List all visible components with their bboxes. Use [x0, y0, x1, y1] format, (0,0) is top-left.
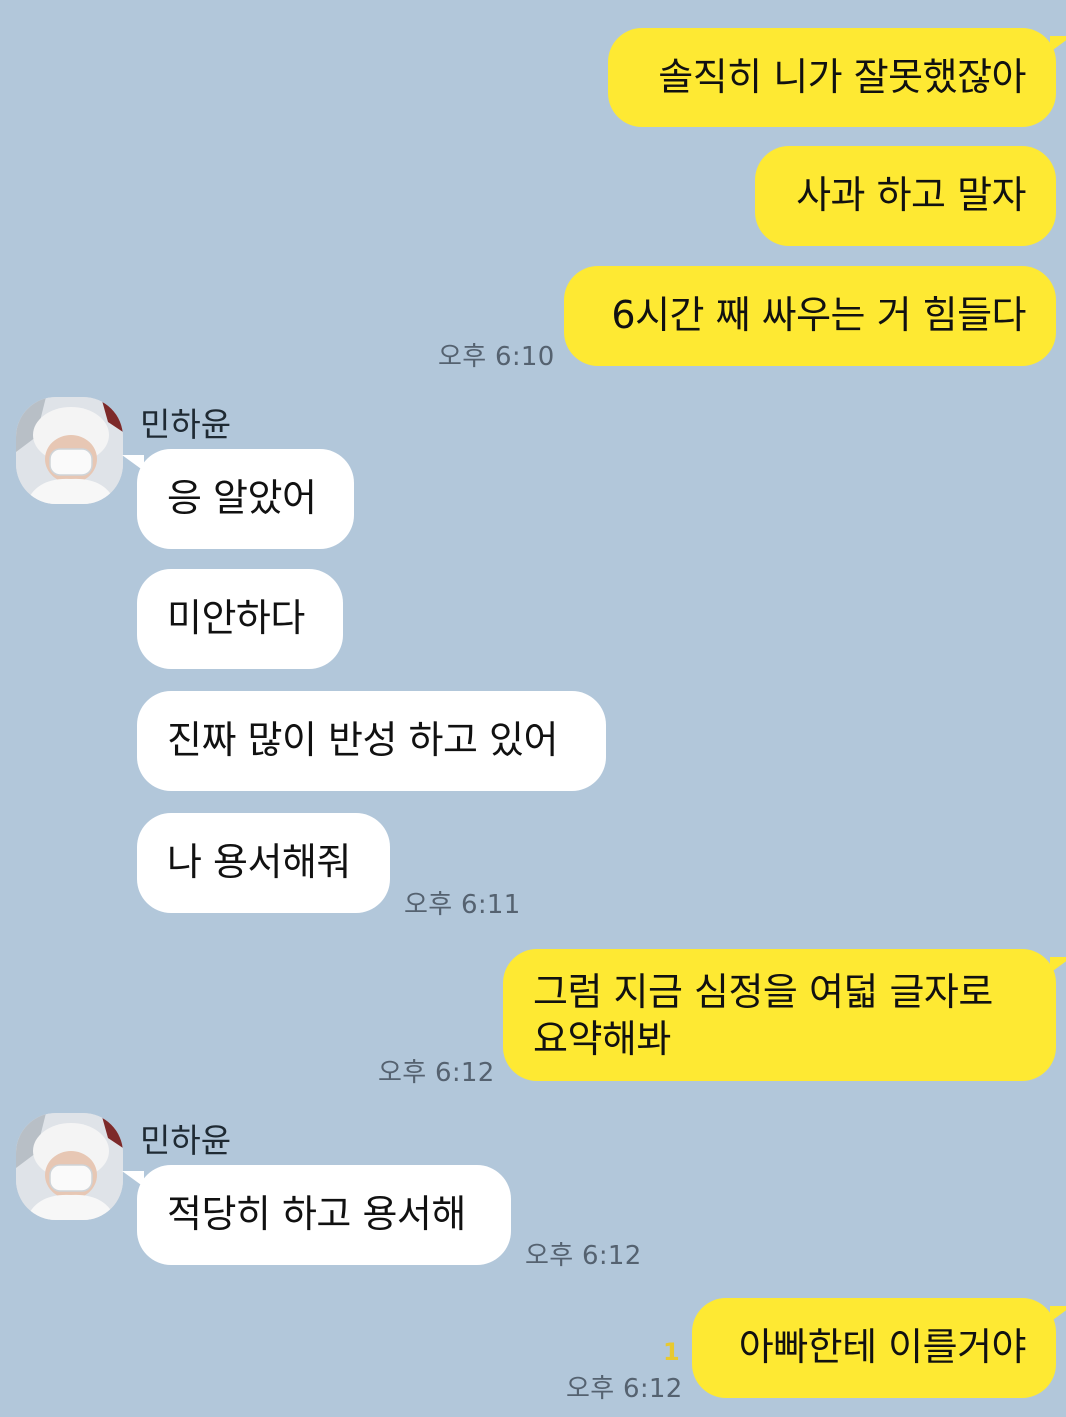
my-message-bubble[interactable]: 그럼 지금 심정을 여덟 글자로 요약해봐 [503, 949, 1056, 1081]
message-text: 솔직히 니가 잘못했잖아 [658, 55, 1026, 99]
bubble-tail [122, 1171, 144, 1187]
bubble-tail [1050, 957, 1066, 973]
their-message-bubble[interactable]: 진짜 많이 반성 하고 있어 [137, 691, 606, 791]
profile-photo-icon [16, 1113, 123, 1220]
bubble-tail [122, 455, 144, 471]
my-message-bubble[interactable]: 사과 하고 말자 [755, 146, 1056, 246]
message-timestamp: 오후 6:12 [378, 1058, 495, 1088]
message-text: 6시간 째 싸우는 거 힘들다 [611, 293, 1026, 337]
my-message-bubble[interactable]: 솔직히 니가 잘못했잖아 [608, 28, 1056, 127]
their-message-bubble[interactable]: 나 용서해줘 [137, 813, 390, 913]
bubble-tail [1050, 36, 1066, 52]
sender-name: 민하윤 [140, 405, 232, 444]
message-text: 진짜 많이 반성 하고 있어 [167, 718, 558, 762]
contact-avatar[interactable] [16, 1113, 123, 1220]
contact-avatar[interactable] [16, 397, 123, 504]
my-message-bubble[interactable]: 아빠한테 이를거야 [692, 1298, 1056, 1398]
message-text: 적당히 하고 용서해 [167, 1192, 466, 1236]
message-timestamp: 오후 6:12 [525, 1241, 642, 1271]
bubble-tail [1050, 1306, 1066, 1322]
message-timestamp: 오후 6:10 [438, 342, 555, 372]
message-timestamp: 오후 6:12 [566, 1374, 683, 1404]
sender-name: 민하윤 [140, 1121, 232, 1160]
message-text: 응 알았어 [167, 476, 317, 520]
message-text: 나 용서해줘 [167, 840, 351, 884]
my-message-bubble[interactable]: 6시간 째 싸우는 거 힘들다 [564, 266, 1056, 366]
message-text: 사과 하고 말자 [796, 173, 1026, 217]
profile-photo-icon [16, 397, 123, 504]
message-text: 미안하다 [167, 596, 305, 640]
message-timestamp: 오후 6:11 [404, 890, 521, 920]
their-message-bubble[interactable]: 미안하다 [137, 569, 343, 669]
their-message-bubble[interactable]: 적당히 하고 용서해 [137, 1165, 511, 1265]
their-message-bubble[interactable]: 응 알았어 [137, 449, 354, 549]
message-text: 아빠한테 이를거야 [738, 1325, 1027, 1369]
message-text: 그럼 지금 심정을 여덟 글자로 요약해봐 [533, 970, 993, 1061]
unread-count-badge: 1 [663, 1338, 680, 1366]
